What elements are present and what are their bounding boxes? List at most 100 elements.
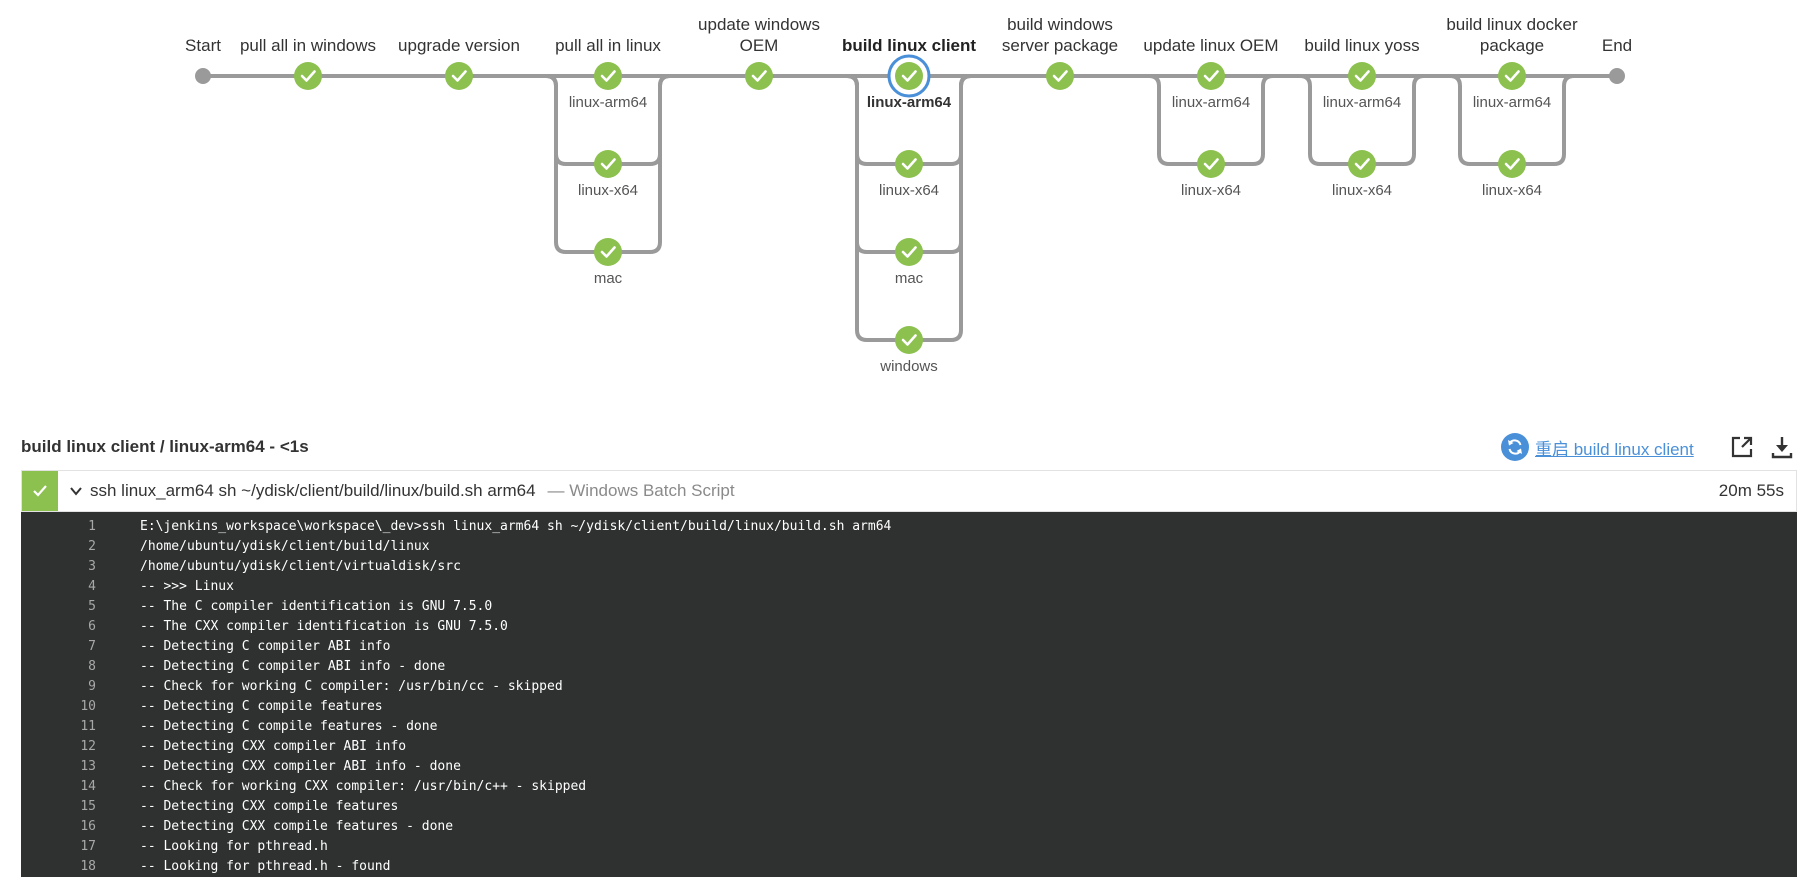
stage-label-end: End [1602, 36, 1632, 55]
pipeline-graph: Start pull all in windows upgrade version p… [185, 15, 1632, 375]
log-line-number[interactable]: 1 [21, 519, 96, 534]
step-title: build linux client / linux-arm64 - <1s [21, 437, 309, 456]
branch-label-linux-arm64: linux-arm64 [1473, 94, 1551, 111]
branch-label-linux-arm64: linux-arm64 [1172, 94, 1250, 111]
log-line-text: -- Detecting CXX compile features - done [140, 819, 454, 834]
log-line-number[interactable]: 18 [21, 859, 96, 874]
log-line-number[interactable]: 10 [21, 699, 96, 714]
check-icon [22, 471, 58, 511]
branch-label-mac: mac [895, 270, 924, 287]
stage-node-end[interactable] [1609, 68, 1625, 84]
log-line: 18 -- Looking for pthread.h - found [21, 856, 1797, 876]
stage-node-build-linux-yoss-linux-x64[interactable] [1348, 150, 1376, 178]
log-line-text: E:\jenkins_workspace\workspace\_dev>ssh … [140, 519, 892, 534]
step-header[interactable]: ssh linux_arm64 sh ~/ydisk/client/build/… [21, 470, 1797, 512]
log-line-text: -- Detecting C compile features - done [140, 719, 438, 734]
stage-node-build-linux-client-windows[interactable] [895, 326, 923, 354]
log-line: 13 -- Detecting CXX compiler ABI info - d… [21, 756, 1797, 776]
log-line-number[interactable]: 16 [21, 819, 96, 834]
log-line: 14 -- Check for working CXX compiler: /us… [21, 776, 1797, 796]
branch-label-linux-x64: linux-x64 [1482, 182, 1542, 199]
log-line-number[interactable]: 15 [21, 799, 96, 814]
log-line-text: -- Detecting C compile features [140, 699, 383, 714]
log-line-text: -- Detecting C compiler ABI info - done [140, 659, 446, 674]
stage-node-build-linux-client-linux-x64[interactable] [895, 150, 923, 178]
log-line-text: -- Check for working C compiler: /usr/bi… [140, 679, 563, 694]
stage-node-pull-all-in-windows[interactable] [294, 62, 322, 90]
restart-stage-button[interactable]: 重启 build linux client [1501, 433, 1694, 461]
log-line-number[interactable]: 6 [21, 619, 96, 634]
stage-node-pull-all-in-linux-linux-arm64[interactable] [594, 62, 622, 90]
log-line-text: -- >>> Linux [140, 579, 234, 594]
branch-label-linux-x64: linux-x64 [578, 182, 638, 199]
stage-node-update-linux-oem-linux-arm64[interactable] [1197, 62, 1225, 90]
log-line: 9 -- Check for working C compiler: /usr/b… [21, 676, 1797, 696]
stage-label-build-linux-docker-package: package [1480, 36, 1544, 55]
restart-icon [1501, 433, 1529, 461]
log-line-number[interactable]: 8 [21, 659, 96, 674]
download-icon[interactable] [1769, 434, 1795, 460]
log-line-number[interactable]: 13 [21, 759, 96, 774]
log-line: 10 -- Detecting C compile features [21, 696, 1797, 716]
stage-label-start: Start [185, 36, 221, 55]
log-line: 1 E:\jenkins_workspace\workspace\_dev>ssh… [21, 516, 1797, 536]
log-line: 2/home/ubuntu/ydisk/client/build/linux [21, 536, 1797, 556]
stage-label-pull-all-in-linux: pull all in linux [555, 36, 661, 55]
log-line-text: -- Looking for pthread.h [140, 839, 328, 854]
stage-node-build-linux-docker-package-linux-x64[interactable] [1498, 150, 1526, 178]
log-line-number[interactable]: 4 [21, 579, 96, 594]
log-line-number[interactable]: 14 [21, 779, 96, 794]
stage-label-build-windows-server-package: build windows [1007, 15, 1113, 34]
stage-node-pull-all-in-linux-linux-x64[interactable] [594, 150, 622, 178]
log-line-number[interactable]: 17 [21, 839, 96, 854]
log-line: 6 -- The CXX compiler identification is G… [21, 616, 1797, 636]
log-line-number[interactable]: 11 [21, 719, 96, 734]
log-line: 12 -- Detecting CXX compiler ABI info [21, 736, 1797, 756]
branch-label-linux-arm64: linux-arm64 [867, 94, 952, 111]
stage-node-build-linux-docker-package-linux-arm64[interactable] [1498, 62, 1526, 90]
external-link-icon[interactable] [1729, 434, 1755, 460]
stage-node-build-linux-yoss-linux-arm64[interactable] [1348, 62, 1376, 90]
stage-label-build-windows-server-package: server package [1002, 36, 1118, 55]
log-line-number[interactable]: 7 [21, 639, 96, 654]
log-line: 11 -- Detecting C compile features - done [21, 716, 1797, 736]
stage-node-build-windows-server-package[interactable] [1046, 62, 1074, 90]
log-line-number[interactable]: 12 [21, 739, 96, 754]
log-line-number[interactable]: 9 [21, 679, 96, 694]
chevron-down-icon[interactable] [68, 483, 84, 499]
step-duration: 20m 55s [1718, 481, 1784, 500]
log-line-text: -- Detecting CXX compiler ABI info - don… [140, 759, 461, 774]
log-line-number[interactable]: 5 [21, 599, 96, 614]
log-line-text: -- Detecting CXX compiler ABI info [140, 739, 407, 754]
stage-node-pull-all-in-linux-mac[interactable] [594, 238, 622, 266]
log-line-number[interactable]: 3 [21, 559, 96, 574]
step-type: — Windows Batch Script [547, 481, 735, 500]
stage-node-update-windows-oem[interactable] [745, 62, 773, 90]
stage-node-build-linux-client-mac[interactable] [895, 238, 923, 266]
branch-label-linux-x64: linux-x64 [1332, 182, 1392, 199]
stage-label-update-linux-oem: update linux OEM [1143, 36, 1278, 55]
branch-label-linux-x64: linux-x64 [1181, 182, 1241, 199]
console-log[interactable]: 1 E:\jenkins_workspace\workspace\_dev>ssh… [21, 512, 1797, 877]
branch-label-mac: mac [594, 270, 623, 287]
log-line: 4 -- >>> Linux [21, 576, 1797, 596]
log-line: 17 -- Looking for pthread.h [21, 836, 1797, 856]
stage-label-build-linux-docker-package: build linux docker [1446, 15, 1578, 34]
log-line: 5 -- The C compiler identification is GNU… [21, 596, 1797, 616]
log-line-number[interactable]: 2 [21, 539, 96, 554]
log-line-text: -- Detecting CXX compile features [140, 799, 399, 814]
log-line-text: /home/ubuntu/ydisk/client/build/linux [140, 539, 430, 554]
stage-label-upgrade-version: upgrade version [398, 36, 520, 55]
log-line-text: /home/ubuntu/ydisk/client/virtualdisk/sr… [140, 559, 461, 574]
branch-label-windows: windows [879, 358, 938, 375]
stage-node-upgrade-version[interactable] [445, 62, 473, 90]
stage-node-update-linux-oem-linux-x64[interactable] [1197, 150, 1225, 178]
stage-node-build-linux-client-linux-arm64[interactable] [887, 54, 931, 98]
stage-label-update-windows-oem: OEM [740, 36, 779, 55]
log-line: 8 -- Detecting C compiler ABI info - done [21, 656, 1797, 676]
log-line-text: -- The C compiler identification is GNU … [140, 599, 493, 614]
log-line: 3/home/ubuntu/ydisk/client/virtualdisk/s… [21, 556, 1797, 576]
stage-node-start[interactable] [195, 68, 211, 84]
log-line-text: -- Check for working CXX compiler: /usr/… [140, 779, 587, 794]
stage-label-build-linux-client: build linux client [842, 36, 976, 55]
